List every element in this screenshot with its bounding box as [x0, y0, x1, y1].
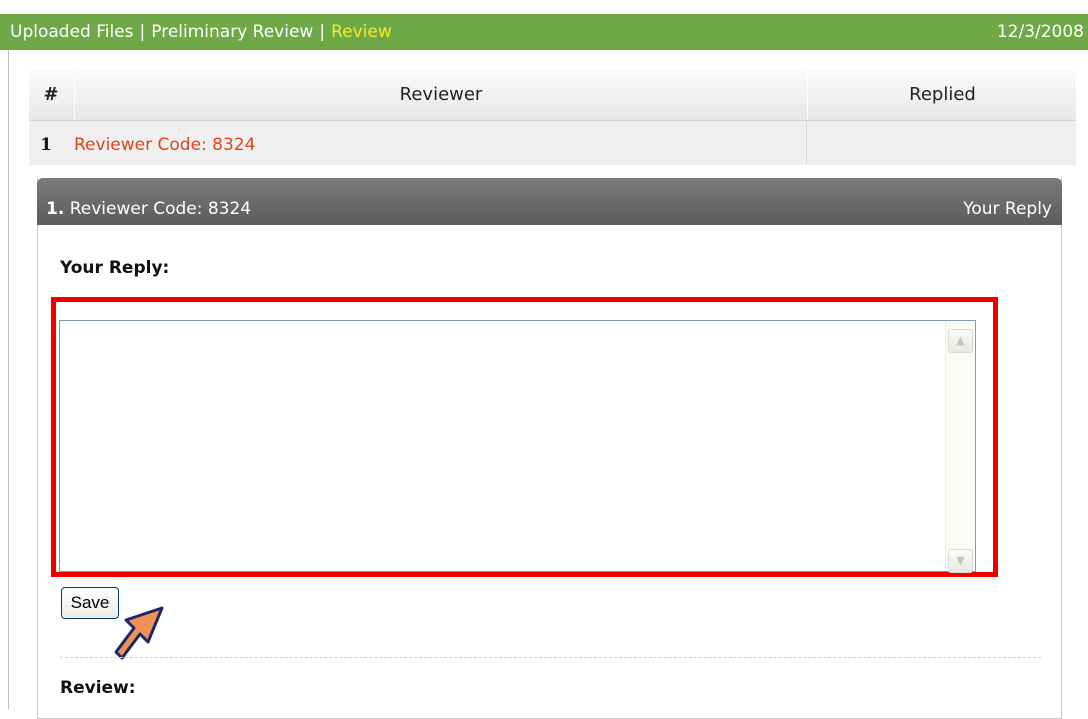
crumb-review[interactable]: Review — [331, 22, 392, 42]
pointer-arrow-icon — [114, 606, 164, 660]
breadcrumb: Uploaded Files | Preliminary Review | Review — [10, 14, 392, 50]
crumb-uploaded-files[interactable]: Uploaded Files — [10, 22, 134, 42]
reply-panel: 1. Reviewer Code: 8324 Your Reply Your R… — [37, 178, 1062, 719]
panel-title: 1. Reviewer Code: 8324 — [46, 199, 251, 219]
scroll-down-icon[interactable]: ▼ — [948, 549, 973, 573]
reply-textarea[interactable]: ▲ ▼ — [59, 320, 976, 573]
top-bar: Uploaded Files | Preliminary Review | Review… — [0, 0, 1088, 64]
panel-right-label: Your Reply — [963, 199, 1052, 219]
panel-title-num: 1. — [46, 199, 65, 219]
review-label: Review: — [60, 678, 136, 698]
panel-header: 1. Reviewer Code: 8324 Your Reply — [37, 178, 1062, 225]
crumb-preliminary-review[interactable]: Preliminary Review — [151, 22, 313, 42]
table-row: 1 Reviewer Code: 8324 — [29, 121, 1076, 165]
row-num: 1 — [40, 135, 52, 155]
reply-label: Your Reply: — [60, 258, 170, 278]
scroll-up-icon[interactable]: ▲ — [948, 329, 973, 353]
textarea-scrollbar[interactable]: ▲ ▼ — [945, 321, 975, 573]
dashed-divider — [60, 657, 1041, 658]
header-num: # — [43, 84, 59, 105]
reviewers-table: # Reviewer Replied 1 Reviewer Code: 8324 — [29, 70, 1076, 165]
column-divider — [806, 121, 807, 165]
table-header: # Reviewer Replied — [29, 70, 1076, 121]
panel-title-text: Reviewer Code: 8324 — [69, 199, 252, 219]
reviewer-link[interactable]: Reviewer Code: 8324 — [74, 121, 255, 169]
header-reviewer[interactable]: Reviewer — [74, 70, 808, 120]
crumb-separator: | — [319, 22, 326, 42]
left-border — [8, 50, 9, 709]
header-replied[interactable]: Replied — [807, 70, 1077, 120]
crumb-separator: | — [139, 22, 146, 42]
nav-bar: Uploaded Files | Preliminary Review | Review… — [0, 14, 1088, 50]
date-label: 12/3/2008 — [996, 22, 1084, 42]
save-button[interactable]: Save — [61, 587, 119, 619]
